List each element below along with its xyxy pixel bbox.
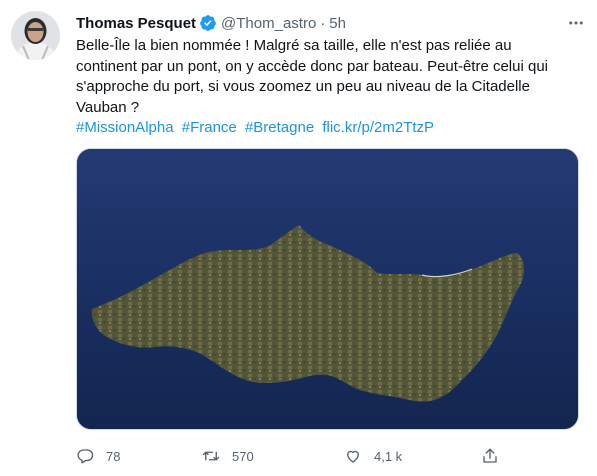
more-icon[interactable] <box>565 12 587 34</box>
reply-button[interactable]: 78 <box>76 442 120 470</box>
hashtag-missionalpha-link[interactable]: #MissionAlpha <box>76 119 174 136</box>
avatar[interactable] <box>11 11 60 60</box>
like-button[interactable]: 4,1 k <box>344 442 402 470</box>
tweet-text: Belle-Île la bien nommée ! Malgré sa tai… <box>76 37 548 116</box>
reply-count: 78 <box>106 448 121 464</box>
like-icon <box>347 450 359 463</box>
retweet-icon <box>202 451 220 461</box>
retweet-count: 570 <box>232 448 254 464</box>
reply-icon <box>77 449 94 464</box>
tweet-timestamp[interactable]: 5h <box>329 15 346 32</box>
separator-dot: · <box>320 14 326 32</box>
share-icon <box>483 448 497 463</box>
tweet-tags: #MissionAlpha #France #Bretagne flic.kr/… <box>76 118 584 138</box>
tweet-actions: 78 570 4,1 k <box>76 442 546 470</box>
author-handle[interactable]: @Thom_astro <box>221 15 316 32</box>
retweet-button[interactable]: 570 <box>202 442 254 470</box>
tweet-header: Thomas Pesquet @Thom_astro · 5h <box>76 12 587 34</box>
verified-badge-icon <box>199 14 217 32</box>
hashtag-bretagne-link[interactable]: #Bretagne <box>245 119 314 136</box>
tweet-card[interactable]: Thomas Pesquet @Thom_astro · 5h Belle-Îl… <box>0 0 597 476</box>
like-count: 4,1 k <box>374 448 403 464</box>
author-name[interactable]: Thomas Pesquet <box>76 15 196 32</box>
flickr-link[interactable]: flic.kr/p/2m2TtzP <box>322 119 434 136</box>
tweet-photo[interactable] <box>76 148 579 430</box>
hashtag-france-link[interactable]: #France <box>182 119 237 136</box>
share-button[interactable] <box>481 442 511 470</box>
